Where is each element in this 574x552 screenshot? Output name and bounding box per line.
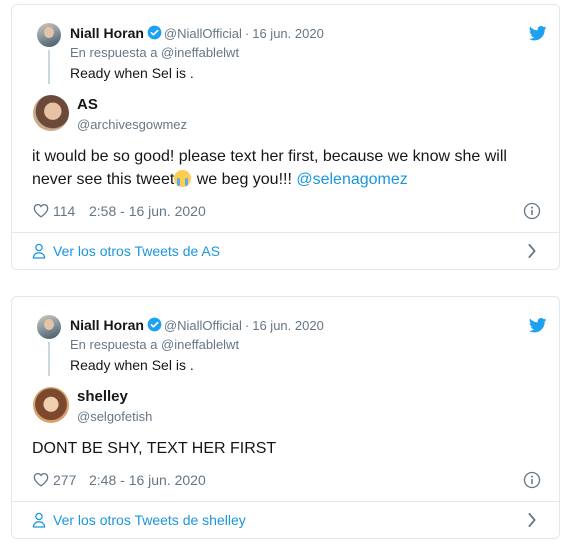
reply-to-line: En respuesta a @ineffablelwt	[70, 337, 240, 352]
more-tweets-link[interactable]: Ver los otros Tweets de AS	[32, 241, 537, 261]
tweet-card: Niall Horan @NiallOfficial · 16 jun. 2020 E…	[11, 296, 560, 539]
verified-badge-icon	[147, 317, 162, 335]
avatar[interactable]	[33, 95, 69, 131]
quoted-reply-tweet[interactable]: Niall Horan @NiallOfficial · 16 jun. 2020 E…	[37, 23, 547, 85]
reply-date[interactable]: 16 jun. 2020	[252, 318, 324, 333]
quoted-reply-tweet[interactable]: Niall Horan @NiallOfficial · 16 jun. 2020 E…	[37, 315, 547, 377]
reply-date[interactable]: 16 jun. 2020	[252, 26, 324, 41]
reply-text: Ready when Sel is .	[70, 357, 194, 373]
separator: ·	[244, 318, 250, 333]
more-tweets-label[interactable]: Ver los otros Tweets de shelley	[53, 512, 246, 528]
tweet-text-line: it would be so good! please text her fir…	[32, 148, 507, 165]
chevron-right-icon[interactable]	[527, 244, 537, 261]
author-handle[interactable]: @archivesgowmez	[77, 117, 187, 132]
thread-line	[48, 50, 50, 84]
tweet-text-line: we beg you!!!	[192, 171, 297, 188]
crying-face-emoji-icon	[174, 170, 192, 187]
divider	[12, 501, 559, 502]
tweet-card: Niall Horan @NiallOfficial · 16 jun. 2020 E…	[11, 4, 560, 270]
chevron-right-icon[interactable]	[527, 513, 537, 530]
avatar[interactable]	[37, 315, 61, 339]
reply-author-name[interactable]: Niall Horan	[70, 25, 144, 41]
reply-author-name[interactable]: Niall Horan	[70, 317, 144, 333]
tweet-text: it would be so good! please text her fir…	[32, 145, 541, 191]
like-count[interactable]: 114	[53, 203, 75, 219]
tweet-author[interactable]: AS @archivesgowmez	[33, 95, 547, 135]
more-tweets-link[interactable]: Ver los otros Tweets de shelley	[32, 510, 537, 530]
reply-author-handle[interactable]: @NiallOfficial	[164, 318, 242, 333]
more-tweets-label[interactable]: Ver los otros Tweets de AS	[53, 243, 220, 259]
person-icon	[32, 243, 46, 262]
like-count[interactable]: 277	[53, 472, 76, 488]
reply-header: Niall Horan @NiallOfficial · 16 jun. 2020	[70, 317, 324, 335]
tweet-text: DONT BE SHY, TEXT HER FIRST	[32, 437, 541, 460]
tweet-meta: 277 2:48 - 16 jun. 2020	[33, 471, 541, 491]
twitter-bird-icon[interactable]	[528, 318, 547, 338]
tweet-meta: 114 2:58 - 16 jun. 2020	[33, 202, 541, 222]
tweet-text-line: DONT BE SHY, TEXT HER FIRST	[32, 440, 277, 457]
thread-line	[48, 342, 50, 376]
mention-link[interactable]: @selenagomez	[296, 171, 407, 188]
verified-badge-icon	[147, 25, 162, 43]
divider	[12, 232, 559, 233]
separator: ·	[244, 26, 250, 41]
reply-author-handle[interactable]: @NiallOfficial	[164, 26, 242, 41]
twitter-bird-icon[interactable]	[528, 26, 547, 46]
tweet-text-line: never see this tweet	[32, 171, 175, 188]
tweet-author[interactable]: shelley @selgofetish	[33, 387, 547, 427]
info-icon[interactable]	[523, 202, 541, 223]
heart-icon[interactable]	[33, 472, 49, 490]
heart-icon[interactable]	[33, 203, 49, 221]
avatar[interactable]	[37, 23, 61, 47]
reply-text: Ready when Sel is .	[70, 65, 194, 81]
reply-header: Niall Horan @NiallOfficial · 16 jun. 2020	[70, 25, 324, 43]
tweet-timestamp[interactable]: 2:48 - 16 jun. 2020	[89, 472, 206, 488]
author-name[interactable]: AS	[77, 96, 98, 113]
author-handle[interactable]: @selgofetish	[77, 409, 152, 424]
person-icon	[32, 512, 46, 531]
avatar[interactable]	[33, 387, 69, 423]
info-icon[interactable]	[523, 471, 541, 492]
reply-to-line: En respuesta a @ineffablelwt	[70, 45, 240, 60]
tweet-timestamp[interactable]: 2:58 - 16 jun. 2020	[89, 203, 206, 219]
author-name[interactable]: shelley	[77, 388, 128, 405]
